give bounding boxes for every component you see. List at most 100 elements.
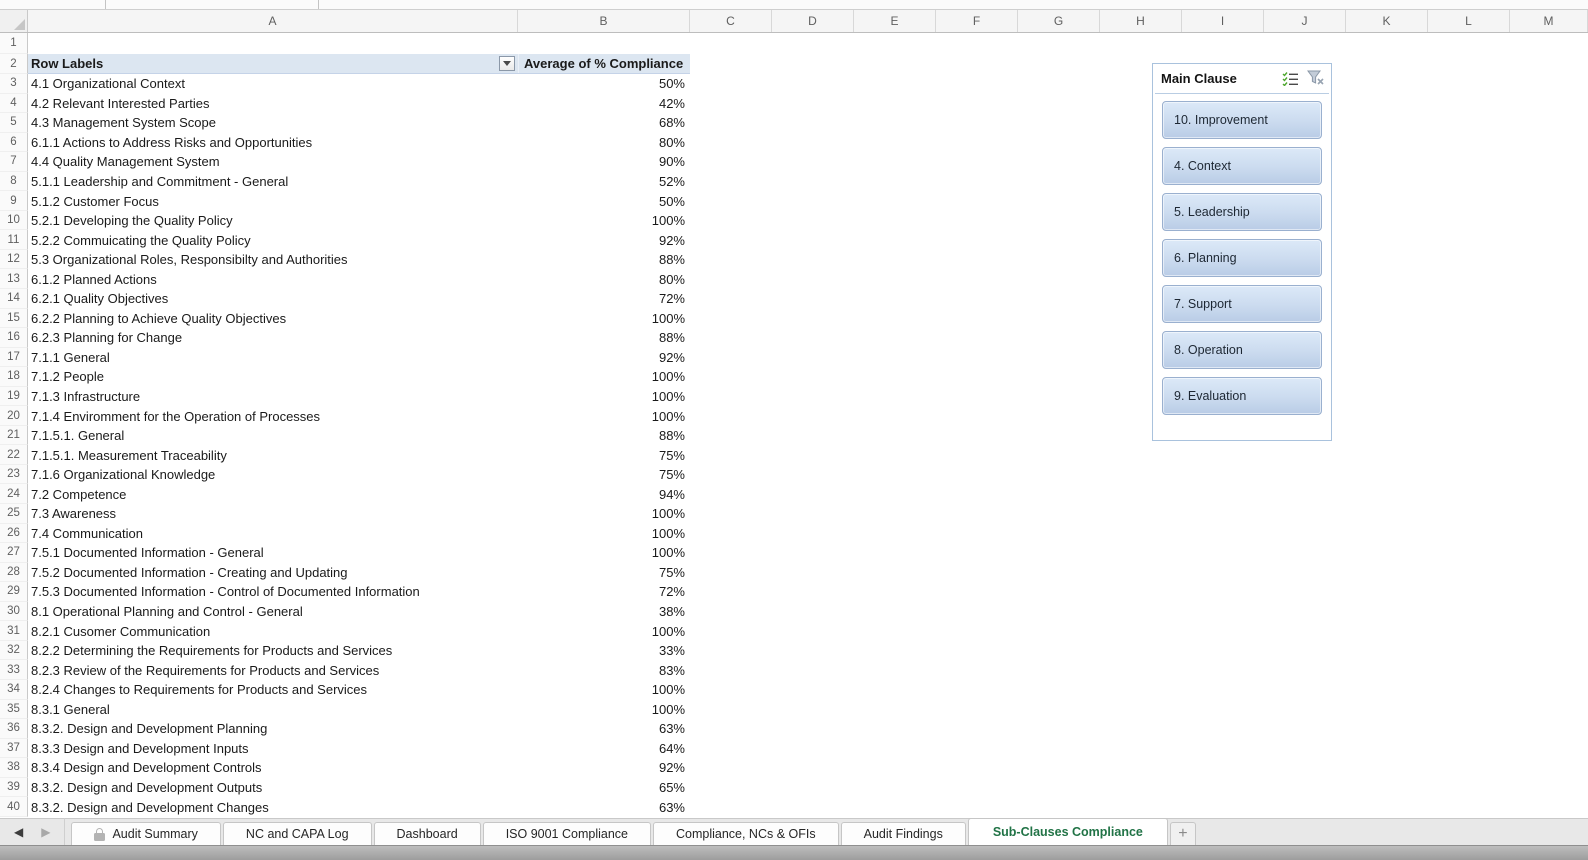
column-header-B[interactable]: B: [518, 10, 690, 32]
sub-clause-label-cell[interactable]: 4.4 Quality Management System: [28, 152, 518, 172]
select-all-corner[interactable]: [0, 10, 28, 32]
sub-clause-label-cell[interactable]: 7.3 Awareness: [28, 504, 518, 524]
row-header-29[interactable]: 29: [0, 582, 28, 602]
row-header-36[interactable]: 36: [0, 719, 28, 739]
slicer-button-5-leadership[interactable]: 5. Leadership: [1162, 193, 1322, 231]
sub-clause-label-cell[interactable]: 7.5.3 Documented Information - Control o…: [28, 582, 518, 602]
sub-clause-label-cell[interactable]: 8.1 Operational Planning and Control - G…: [28, 602, 518, 622]
compliance-value-cell[interactable]: 90%: [518, 152, 690, 172]
compliance-value-cell[interactable]: 100%: [518, 406, 690, 426]
compliance-value-cell[interactable]: 100%: [518, 621, 690, 641]
row-header-16[interactable]: 16: [0, 328, 28, 348]
sheet-tab-dashboard[interactable]: Dashboard: [373, 822, 481, 845]
slicer-button-7-support[interactable]: 7. Support: [1162, 285, 1322, 323]
compliance-value-cell[interactable]: 92%: [518, 230, 690, 250]
compliance-value-cell[interactable]: 100%: [518, 367, 690, 387]
row-header-5[interactable]: 5: [0, 113, 28, 133]
row-header-13[interactable]: 13: [0, 269, 28, 290]
sub-clause-label-cell[interactable]: 8.3.3 Design and Development Inputs: [28, 739, 518, 759]
sheet-tab-sub-clauses-compliance[interactable]: Sub-Clauses Compliance: [967, 818, 1168, 845]
row-header-1[interactable]: 1: [0, 33, 28, 54]
compliance-value-cell[interactable]: 100%: [518, 680, 690, 700]
compliance-value-cell[interactable]: 75%: [518, 465, 690, 485]
compliance-value-cell[interactable]: 64%: [518, 739, 690, 759]
compliance-value-cell[interactable]: 92%: [518, 758, 690, 778]
compliance-value-cell[interactable]: 92%: [518, 348, 690, 368]
slicer-button-4-context[interactable]: 4. Context: [1162, 147, 1322, 185]
row-header-27[interactable]: 27: [0, 543, 28, 563]
sub-clause-label-cell[interactable]: 7.1.5.1. Measurement Traceability: [28, 445, 518, 465]
sub-clause-label-cell[interactable]: 7.5.1 Documented Information - General: [28, 543, 518, 563]
compliance-value-cell[interactable]: 83%: [518, 660, 690, 680]
add-sheet-button[interactable]: +: [1169, 822, 1196, 845]
compliance-value-cell[interactable]: 68%: [518, 113, 690, 133]
column-header-E[interactable]: E: [854, 10, 936, 32]
slicer-button-10-improvement[interactable]: 10. Improvement: [1162, 101, 1322, 139]
prev-sheet-arrow-icon[interactable]: ◀: [14, 826, 23, 838]
sub-clause-label-cell[interactable]: 8.2.2 Determining the Requirements for P…: [28, 641, 518, 661]
compliance-value-cell[interactable]: 94%: [518, 484, 690, 504]
row-header-21[interactable]: 21: [0, 425, 28, 446]
sheet-tab-nc-and-capa-log[interactable]: NC and CAPA Log: [222, 822, 372, 845]
sub-clause-label-cell[interactable]: 8.3.4 Design and Development Controls: [28, 758, 518, 778]
compliance-value-cell[interactable]: 65%: [518, 778, 690, 798]
compliance-value-cell[interactable]: 33%: [518, 641, 690, 661]
compliance-value-cell[interactable]: 63%: [518, 719, 690, 739]
compliance-value-cell[interactable]: 42%: [518, 94, 690, 114]
column-header-A[interactable]: A: [28, 10, 518, 32]
sub-clause-label-cell[interactable]: 8.3.1 General: [28, 700, 518, 720]
compliance-value-cell[interactable]: 52%: [518, 172, 690, 192]
compliance-value-cell[interactable]: 72%: [518, 582, 690, 602]
compliance-value-cell[interactable]: 80%: [518, 269, 690, 289]
column-header-I[interactable]: I: [1182, 10, 1264, 32]
sub-clause-label-cell[interactable]: 8.3.2. Design and Development Outputs: [28, 778, 518, 798]
row-labels-header-cell[interactable]: Row Labels: [28, 54, 518, 73]
sub-clause-label-cell[interactable]: 7.1.3 Infrastructure: [28, 387, 518, 407]
row-header-31[interactable]: 31: [0, 621, 28, 641]
sub-clause-label-cell[interactable]: 4.2 Relevant Interested Parties: [28, 94, 518, 114]
compliance-value-cell[interactable]: 75%: [518, 563, 690, 583]
compliance-value-cell[interactable]: 88%: [518, 328, 690, 348]
compliance-value-cell[interactable]: 100%: [518, 309, 690, 329]
sub-clause-label-cell[interactable]: 5.2.2 Commuicating the Quality Policy: [28, 230, 518, 250]
sub-clause-label-cell[interactable]: 7.1.4 Enviromment for the Operation of P…: [28, 406, 518, 426]
compliance-value-cell[interactable]: 63%: [518, 797, 690, 817]
column-header-D[interactable]: D: [772, 10, 854, 32]
sub-clause-label-cell[interactable]: 7.4 Communication: [28, 524, 518, 544]
sub-clause-label-cell[interactable]: 5.2.1 Developing the Quality Policy: [28, 211, 518, 231]
row-header-34[interactable]: 34: [0, 679, 28, 700]
row-header-9[interactable]: 9: [0, 191, 28, 211]
row-header-7[interactable]: 7: [0, 152, 28, 172]
row-header-4[interactable]: 4: [0, 93, 28, 114]
sub-clause-label-cell[interactable]: 7.1.1 General: [28, 348, 518, 368]
column-header-M[interactable]: M: [1510, 10, 1588, 32]
row-header-20[interactable]: 20: [0, 406, 28, 426]
sub-clause-label-cell[interactable]: 8.3.2. Design and Development Planning: [28, 719, 518, 739]
sub-clause-label-cell[interactable]: 7.1.6 Organizational Knowledge: [28, 465, 518, 485]
column-header-H[interactable]: H: [1100, 10, 1182, 32]
row-header-15[interactable]: 15: [0, 308, 28, 329]
sub-clause-label-cell[interactable]: 8.3.2. Design and Development Changes: [28, 797, 518, 817]
compliance-value-cell[interactable]: 88%: [518, 250, 690, 270]
sub-clause-label-cell[interactable]: 6.1.1 Actions to Address Risks and Oppor…: [28, 133, 518, 153]
column-header-F[interactable]: F: [936, 10, 1018, 32]
compliance-value-cell[interactable]: 100%: [518, 700, 690, 720]
compliance-value-cell[interactable]: 50%: [518, 191, 690, 211]
sub-clause-label-cell[interactable]: 8.2.3 Review of the Requirements for Pro…: [28, 660, 518, 680]
row-header-32[interactable]: 32: [0, 640, 28, 661]
row-header-12[interactable]: 12: [0, 249, 28, 270]
row-header-2[interactable]: 2: [0, 54, 28, 74]
row-header-11[interactable]: 11: [0, 230, 28, 250]
sub-clause-label-cell[interactable]: 7.1.2 People: [28, 367, 518, 387]
row-header-30[interactable]: 30: [0, 601, 28, 622]
row-header-35[interactable]: 35: [0, 699, 28, 720]
compliance-value-cell[interactable]: 100%: [518, 504, 690, 524]
row-header-18[interactable]: 18: [0, 367, 28, 387]
sheet-tab-audit-summary[interactable]: Audit Summary: [71, 822, 221, 845]
sub-clause-label-cell[interactable]: 8.2.1 Cusomer Communication: [28, 621, 518, 641]
row-header-37[interactable]: 37: [0, 738, 28, 759]
row-header-33[interactable]: 33: [0, 660, 28, 680]
sub-clause-label-cell[interactable]: 6.2.2 Planning to Achieve Quality Object…: [28, 309, 518, 329]
sub-clause-label-cell[interactable]: 5.3 Organizational Roles, Responsibilty …: [28, 250, 518, 270]
compliance-value-cell[interactable]: 100%: [518, 387, 690, 407]
